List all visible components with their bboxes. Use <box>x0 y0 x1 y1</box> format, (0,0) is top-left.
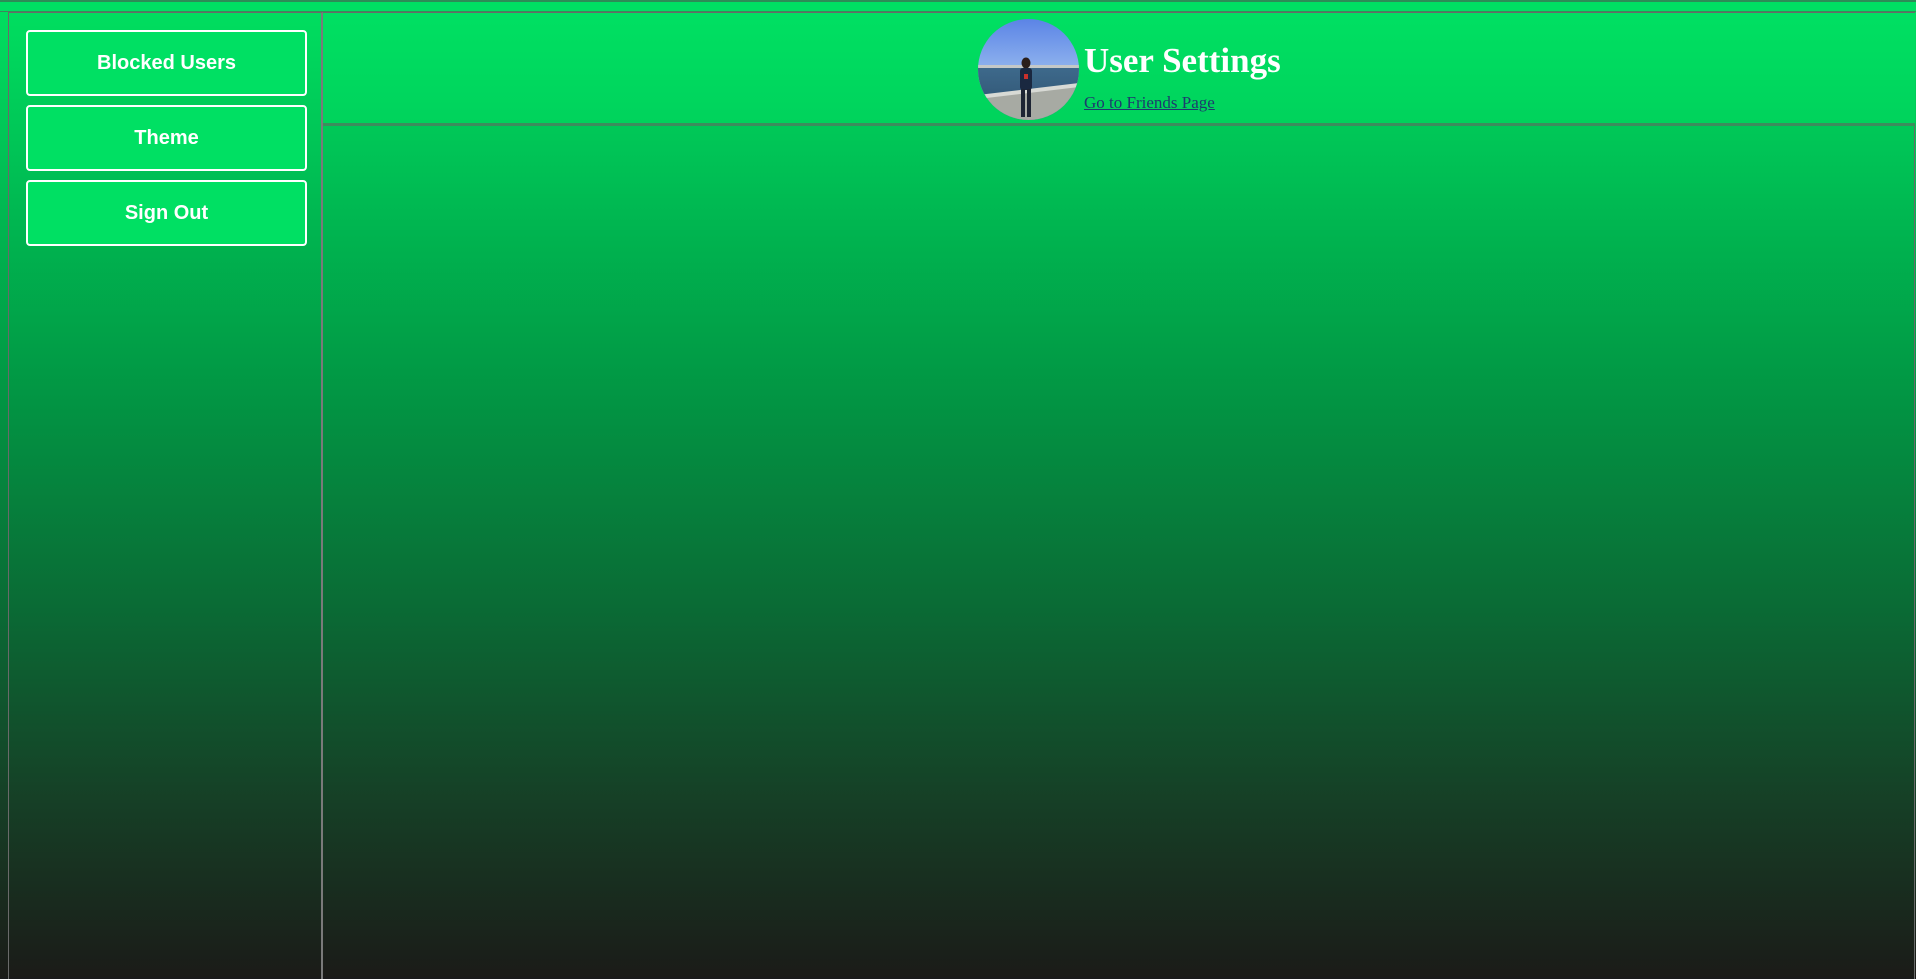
friends-page-link[interactable]: Go to Friends Page <box>1084 93 1215 113</box>
sidebar: Blocked Users Theme Sign Out <box>8 12 323 979</box>
blocked-users-button[interactable]: Blocked Users <box>26 30 307 96</box>
page-title: User Settings <box>1084 41 1281 80</box>
avatar <box>978 19 1079 120</box>
page-header: User Settings Go to Friends Page <box>323 12 1915 126</box>
main-panel: User Settings Go to Friends Page <box>323 12 1915 979</box>
theme-button[interactable]: Theme <box>26 105 307 171</box>
app-window: Blocked Users Theme Sign Out User Settin… <box>0 0 1916 979</box>
avatar-photo-icon <box>978 19 1079 120</box>
top-strip <box>0 2 1916 12</box>
sign-out-button[interactable]: Sign Out <box>26 180 307 246</box>
